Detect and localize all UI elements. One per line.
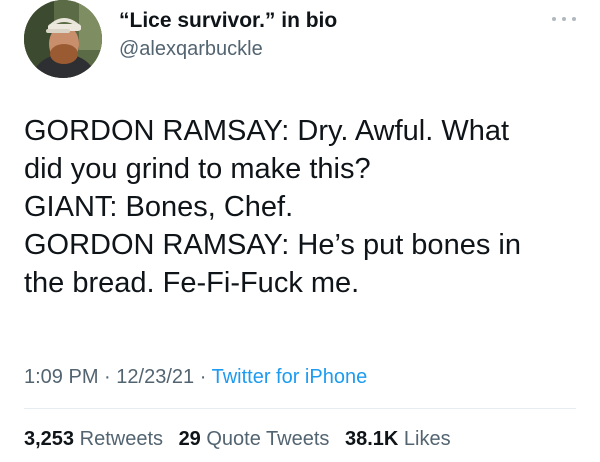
tweet-line: the bread. Fe-Fi-Fuck me.: [24, 267, 360, 299]
dot: [552, 17, 556, 21]
tweet-text: GORDON RAMSAY: Dry. Awful. What did you …: [24, 112, 584, 302]
tweet-line: GORDON RAMSAY: He’s put bones in: [24, 229, 521, 261]
meta-separator: ·: [199, 366, 207, 388]
retweets-count: 3,253: [24, 428, 75, 450]
quote-tweets-stat[interactable]: 29 Quote Tweets: [179, 428, 330, 450]
meta-separator: ·: [104, 366, 111, 388]
tweet-time[interactable]: 1:09 PM: [24, 366, 98, 388]
likes-stat[interactable]: 38.1K Likes: [345, 428, 451, 450]
tweet-header: “Lice survivor.” in bio @alexqarbuckle: [24, 0, 576, 80]
tweet-stats: 3,253 Retweets 29 Quote Tweets 38.1K Lik…: [24, 426, 461, 452]
quote-tweets-count: 29: [178, 428, 201, 450]
tweet-line: GORDON RAMSAY: Dry. Awful. What: [24, 115, 510, 147]
more-dots-icon[interactable]: [552, 14, 576, 24]
retweets-label: Retweets: [79, 428, 163, 450]
likes-count: 38.1K: [344, 428, 399, 450]
tweet-line: did you grind to make this?: [24, 153, 371, 185]
divider: [24, 408, 576, 409]
tweet-source-link[interactable]: Twitter for iPhone: [212, 366, 368, 388]
display-name[interactable]: “Lice survivor.” in bio: [119, 8, 337, 34]
dot: [562, 17, 566, 21]
avatar[interactable]: [24, 0, 102, 78]
quote-tweets-label: Quote Tweets: [206, 428, 330, 450]
tweet-line: GIANT: Bones, Chef.: [24, 191, 294, 223]
user-handle[interactable]: @alexqarbuckle: [119, 36, 337, 62]
likes-label: Likes: [403, 428, 451, 450]
dot: [572, 17, 576, 21]
tweet-card: “Lice survivor.” in bio @alexqarbuckle G…: [0, 0, 600, 462]
avatar-photo: [24, 0, 102, 78]
user-identity: “Lice survivor.” in bio @alexqarbuckle: [119, 8, 337, 62]
tweet-meta: 1:09 PM · 12/23/21 · Twitter for iPhone: [24, 364, 367, 390]
tweet-date[interactable]: 12/23/21: [116, 366, 194, 388]
retweets-stat[interactable]: 3,253 Retweets: [24, 428, 163, 450]
